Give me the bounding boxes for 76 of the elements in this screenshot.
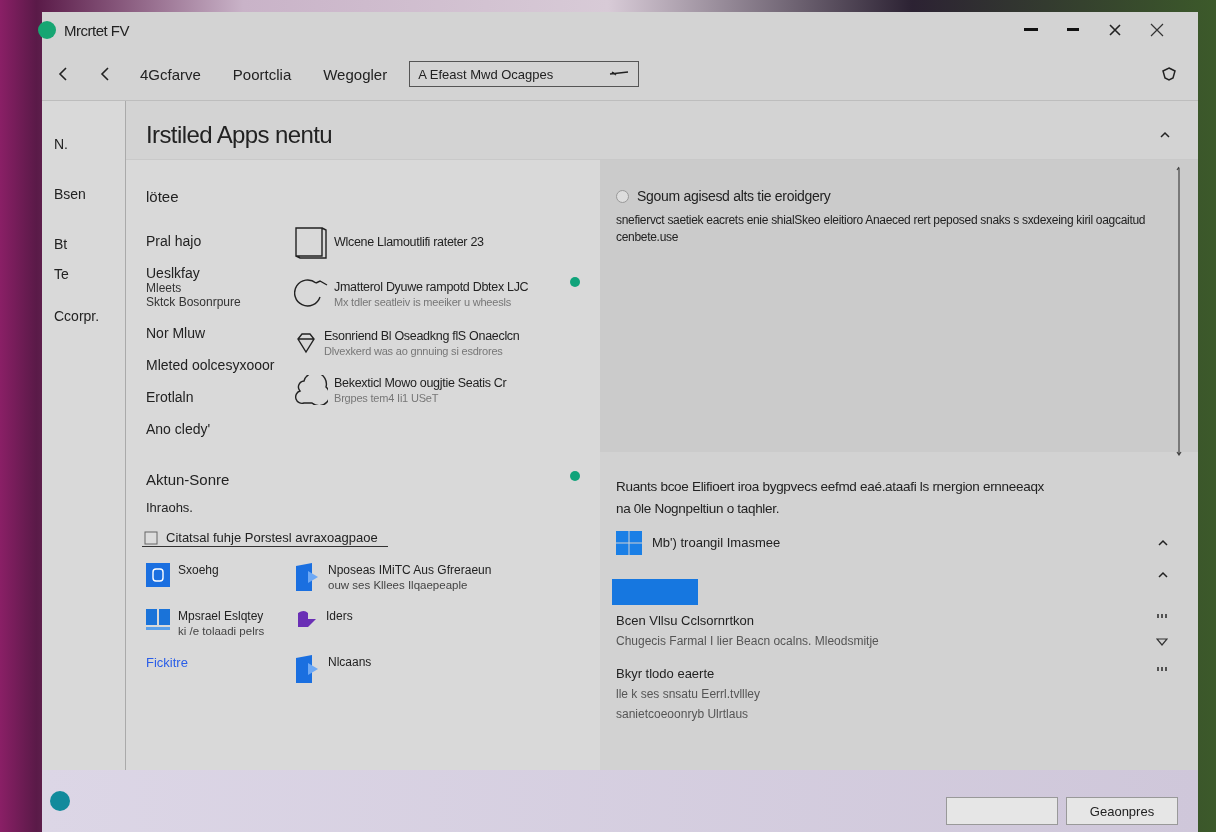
caret-icon [608, 69, 631, 79]
dialog-button[interactable]: Geaonpres [1066, 797, 1178, 825]
chevron-left-icon [58, 66, 68, 82]
more-button[interactable] [1156, 665, 1168, 672]
app-publisher: Brgpes tem4 Ii1 USeT [334, 392, 440, 404]
entry-detail: sanietcoeoonryb Ulrtlaus [616, 706, 750, 721]
section-heading: Aktun-Sonre [146, 471, 230, 488]
radio-button[interactable] [616, 189, 629, 203]
dropdown[interactable]: A Efeast Mwd Ocagpes [409, 61, 640, 87]
app-name: Nlcaans [328, 654, 372, 669]
app-name: Esonriend Bl Oseadkng flS Onaeclcn [324, 329, 520, 343]
book-icon [294, 225, 328, 259]
category-label: Mleted oolcesyxooor [146, 357, 276, 373]
category-label: Pral hajo [146, 233, 203, 249]
description-text: snefiervct saetiek eacrets enie shialSkeo eleitioro Anaeced rert peposed snaks s sxdexeing kiril oagcaitud cenbete.use [616, 212, 1147, 247]
window-panes-icon [146, 608, 170, 631]
sidebar-item[interactable]: Ccorpr. [54, 301, 125, 331]
dropdown-triangle-icon [1156, 636, 1168, 647]
category-detail: Mleets [146, 281, 183, 295]
app-publisher: Mx tdler seatleiv is meeiker u wheesls [334, 296, 513, 308]
nav-link[interactable]: 4Gcfarve [138, 59, 219, 89]
document-icon [296, 562, 320, 591]
page-heading: Irstiled Apps nentu [146, 121, 333, 149]
section-heading: lötee [146, 188, 180, 205]
entry-title: Bkyr tlodo eaerte [616, 665, 716, 681]
app-tile-icon [146, 562, 170, 587]
sidebar-item[interactable]: Bt [54, 229, 125, 259]
app-description: ouw ses Kllees Ilqaepeaple [328, 578, 469, 591]
entry-title: Bcen Vllsu Cclsornrtkon [616, 612, 755, 628]
app-name: Wlcene Llamoutlifi rateter 23 [334, 235, 484, 249]
chevron-left-icon [100, 66, 110, 82]
app-name: Sxoehg [178, 562, 219, 577]
category-detail: Sktck Bosonrpure [146, 295, 242, 309]
more-icon [1156, 665, 1168, 672]
app-logo-icon [38, 21, 56, 39]
sidebar-item[interactable]: Bsen [54, 179, 125, 209]
section-caption: Ihraohs. [146, 500, 194, 515]
windows-logo-icon [616, 530, 642, 555]
app-name: Mpsrael Eslqtey [178, 608, 265, 623]
nav-link[interactable]: Wegogler [321, 59, 406, 89]
app-name: Nposeas IMiTC Aus Gfreraeun [328, 562, 492, 577]
more-button[interactable] [1156, 612, 1168, 619]
app-name: Jmatterol Dyuwe rampotd Dbtex LJC [334, 280, 529, 294]
category-label: Ano cledy' [146, 421, 212, 437]
cloud-outline-icon [294, 375, 328, 405]
collapse-caret-icon [1158, 538, 1168, 547]
link[interactable]: Fickitre [146, 654, 188, 670]
category-label: Ueslkfay [146, 265, 201, 281]
window-title: Mrcrtet FV [64, 21, 129, 39]
app-name: Iders [326, 608, 353, 623]
collapse-caret-icon [1158, 570, 1168, 579]
category-label: Nor Mluw [146, 325, 207, 341]
entry-detail: Chugecis Farmal I lier Beacn ocalns. Mleodsmitje [616, 633, 879, 648]
shield-icon [1162, 67, 1176, 81]
entry-detail: lle k ses snsatu Eerrl.tvllley [616, 686, 761, 701]
image-icon [144, 530, 158, 545]
collapse-caret-icon [1160, 131, 1170, 139]
product-name: Mb') troangil Imasmee [652, 535, 781, 551]
cross-icon [1108, 23, 1122, 37]
sidebar-item[interactable]: Te [54, 259, 125, 289]
minimize-icon [1024, 28, 1038, 32]
search-field[interactable]: Citatsal fuhje Porstesl avraxoagpaoe [142, 529, 388, 547]
app-description: ki /e tolaadi pelrs [178, 624, 265, 637]
nav-link[interactable]: Poortclia [230, 59, 310, 89]
more-icon [1156, 612, 1168, 619]
minimize-icon [1067, 28, 1079, 32]
info-text: Ruants bcoe Elifioert iroa bygpvecs eefmd eaé.ataafi ls rnergion ernneeaqx na 0le Nognpeltiun o taqhler. [616, 478, 1046, 519]
app-publisher: Dlvexkerd was ao gnnuing si esdrores [324, 345, 504, 357]
app-name: Bekexticl Mowo ougjtie Seatis Cr [334, 376, 507, 390]
app-icon [296, 608, 318, 629]
document-icon [296, 654, 320, 683]
status-dot-icon [50, 791, 70, 811]
category-label: Erotlaln [146, 389, 195, 405]
close-icon [1150, 23, 1164, 37]
sidebar-item[interactable]: N. [54, 129, 125, 159]
option-label: Sgoum agisesd alts tie eroidgery [637, 188, 831, 204]
